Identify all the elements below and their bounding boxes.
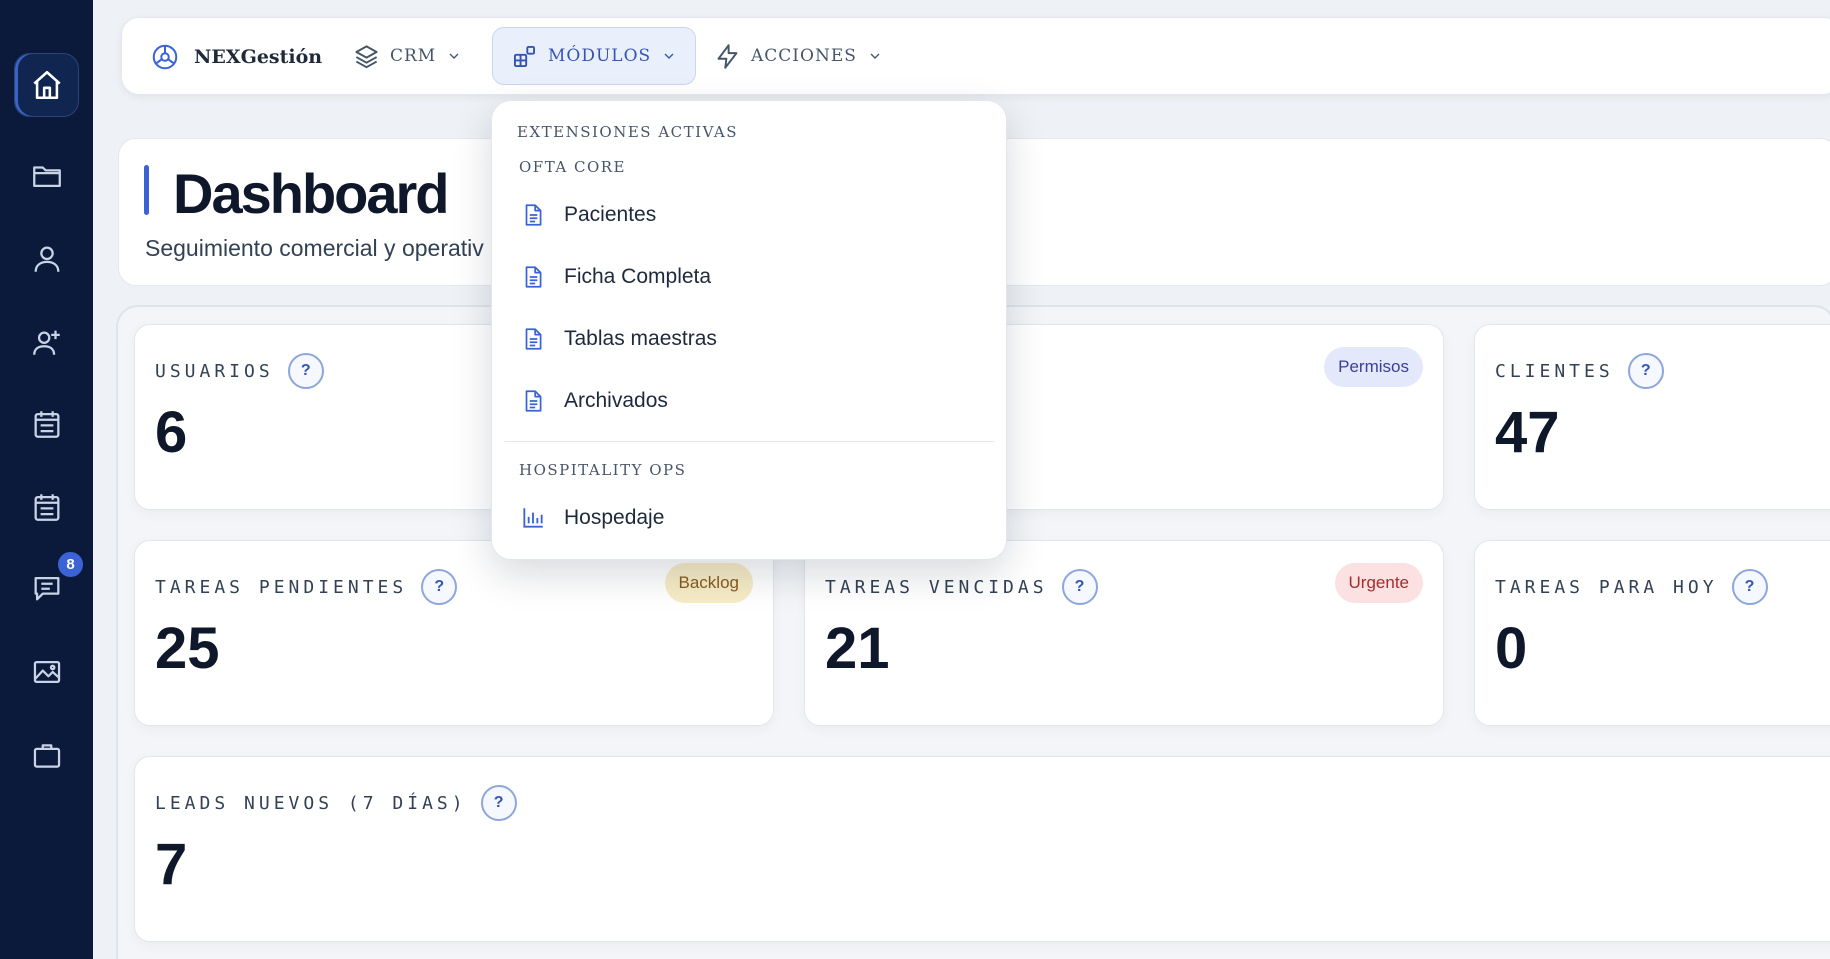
stat-label-text: USUARIOS xyxy=(155,360,274,382)
help-icon[interactable]: ? xyxy=(421,569,458,605)
stat-value: 7 xyxy=(155,832,188,897)
home-icon xyxy=(32,70,61,100)
sidebar-item-users[interactable] xyxy=(14,227,79,291)
top-navigation: NEXGestión CRM MÓDULOS ACCIONES xyxy=(121,17,1830,95)
stat-value: 25 xyxy=(155,616,220,681)
modulos-dropdown-menu: EXTENSIONES ACTIVAS OFTA CORE Pacientes … xyxy=(491,100,1007,560)
sidebar-item-add-user[interactable] xyxy=(14,310,79,374)
menu-item-pacientes[interactable]: Pacientes xyxy=(504,187,994,243)
stat-card-tareas-hoy[interactable]: TAREAS PARA HOY ? 0 xyxy=(1474,540,1830,726)
stat-label: LEADS NUEVOS (7 DÍAS) ? xyxy=(155,785,517,821)
sidebar-item-home[interactable] xyxy=(14,53,79,117)
dropdown-group-title: OFTA CORE xyxy=(519,158,627,176)
sidebar-item-agenda[interactable] xyxy=(14,475,79,539)
status-badge-urgente: Urgente xyxy=(1334,563,1423,603)
brand-logo-icon xyxy=(152,44,178,70)
chevron-down-icon xyxy=(870,53,880,59)
page-subtitle: Seguimiento comercial y operativ xyxy=(145,235,484,261)
stat-label-text: TAREAS PENDIENTES xyxy=(155,576,408,598)
help-icon[interactable]: ? xyxy=(1627,353,1664,389)
stat-label: CLIENTES ? xyxy=(1495,353,1664,389)
stat-label: TAREAS PARA HOY ? xyxy=(1495,569,1768,605)
sidebar-item-folder[interactable] xyxy=(14,144,79,208)
stat-label: USUARIOS ? xyxy=(155,353,324,389)
nav-crm-label: CRM xyxy=(390,46,437,66)
stat-label-text: TAREAS VENCIDAS xyxy=(825,576,1048,598)
stat-value: 6 xyxy=(155,400,188,465)
nav-modulos[interactable]: MÓDULOS xyxy=(492,27,697,85)
image-icon xyxy=(33,660,60,684)
stat-label: TAREAS PENDIENTES ? xyxy=(155,569,458,605)
menu-item-label: Tablas maestras xyxy=(564,327,717,350)
dropdown-heading: EXTENSIONES ACTIVAS xyxy=(517,123,738,141)
sidebar: 8 xyxy=(0,0,93,959)
stat-card-tareas-pendientes[interactable]: TAREAS PENDIENTES ? Backlog 25 xyxy=(134,540,774,726)
menu-item-ficha-completa[interactable]: Ficha Completa xyxy=(504,249,994,305)
stat-value: 0 xyxy=(1495,616,1528,681)
chat-icon xyxy=(34,576,59,601)
menu-item-tablas-maestras[interactable]: Tablas maestras xyxy=(504,311,994,367)
briefcase-icon xyxy=(33,744,60,768)
document-icon xyxy=(525,266,542,288)
nav-crm[interactable]: CRM xyxy=(335,27,480,85)
stat-card-tareas-vencidas[interactable]: TAREAS VENCIDAS ? Urgente 21 xyxy=(804,540,1444,726)
sidebar-item-briefcase[interactable] xyxy=(14,724,79,788)
help-icon[interactable]: ? xyxy=(480,785,517,821)
status-badge-permisos: Permisos xyxy=(1324,347,1423,387)
user-plus-icon xyxy=(32,330,60,355)
dropdown-group-title: HOSPITALITY OPS xyxy=(519,461,687,479)
folder-icon xyxy=(32,166,61,188)
user-icon xyxy=(34,246,59,272)
calendar-list-icon xyxy=(34,411,59,438)
menu-item-label: Ficha Completa xyxy=(564,265,712,288)
messages-badge: 8 xyxy=(56,550,85,579)
chevron-down-icon xyxy=(664,53,674,59)
stat-label-text: LEADS NUEVOS (7 DÍAS) xyxy=(155,792,467,814)
stat-label-text: TAREAS PARA HOY xyxy=(1495,576,1718,598)
document-icon xyxy=(525,390,542,412)
menu-item-label: Archivados xyxy=(564,389,668,412)
status-badge-backlog: Backlog xyxy=(664,563,753,603)
brand-name: NEXGestión xyxy=(194,46,323,68)
lightning-icon xyxy=(717,43,738,69)
nav-acciones-label: ACCIONES xyxy=(751,46,857,66)
stat-value: 21 xyxy=(825,616,890,681)
sidebar-item-calendar[interactable] xyxy=(14,392,79,456)
help-icon[interactable]: ? xyxy=(287,353,324,389)
stat-card-leads[interactable]: LEADS NUEVOS (7 DÍAS) ? 7 xyxy=(134,756,1830,942)
brand[interactable]: NEXGestión xyxy=(150,18,322,96)
nav-modulos-label: MÓDULOS xyxy=(548,46,652,66)
bar-chart-icon xyxy=(523,508,543,528)
stat-label-text: CLIENTES xyxy=(1495,360,1614,382)
menu-item-hospedaje[interactable]: Hospedaje xyxy=(504,490,994,546)
dropdown-divider xyxy=(504,441,994,442)
nav-acciones[interactable]: ACCIONES xyxy=(696,27,901,85)
title-accent-bar xyxy=(144,165,149,215)
menu-item-label: Hospedaje xyxy=(564,506,665,529)
chevron-down-icon xyxy=(449,53,459,59)
menu-item-archivados[interactable]: Archivados xyxy=(504,373,994,429)
document-icon xyxy=(525,204,542,226)
modules-grid-icon xyxy=(513,45,536,67)
sidebar-item-gallery[interactable] xyxy=(14,640,79,704)
stat-label: TAREAS VENCIDAS ? xyxy=(825,569,1098,605)
layers-icon xyxy=(355,44,378,68)
help-icon[interactable]: ? xyxy=(1731,569,1768,605)
page-title: Dashboard xyxy=(173,162,449,225)
stat-value: 47 xyxy=(1495,400,1560,465)
calendar-list-icon xyxy=(34,494,59,521)
help-icon[interactable]: ? xyxy=(1061,569,1098,605)
menu-item-label: Pacientes xyxy=(564,203,657,226)
stat-card-clientes[interactable]: CLIENTES ? 47 xyxy=(1474,324,1830,510)
document-icon xyxy=(525,328,542,350)
